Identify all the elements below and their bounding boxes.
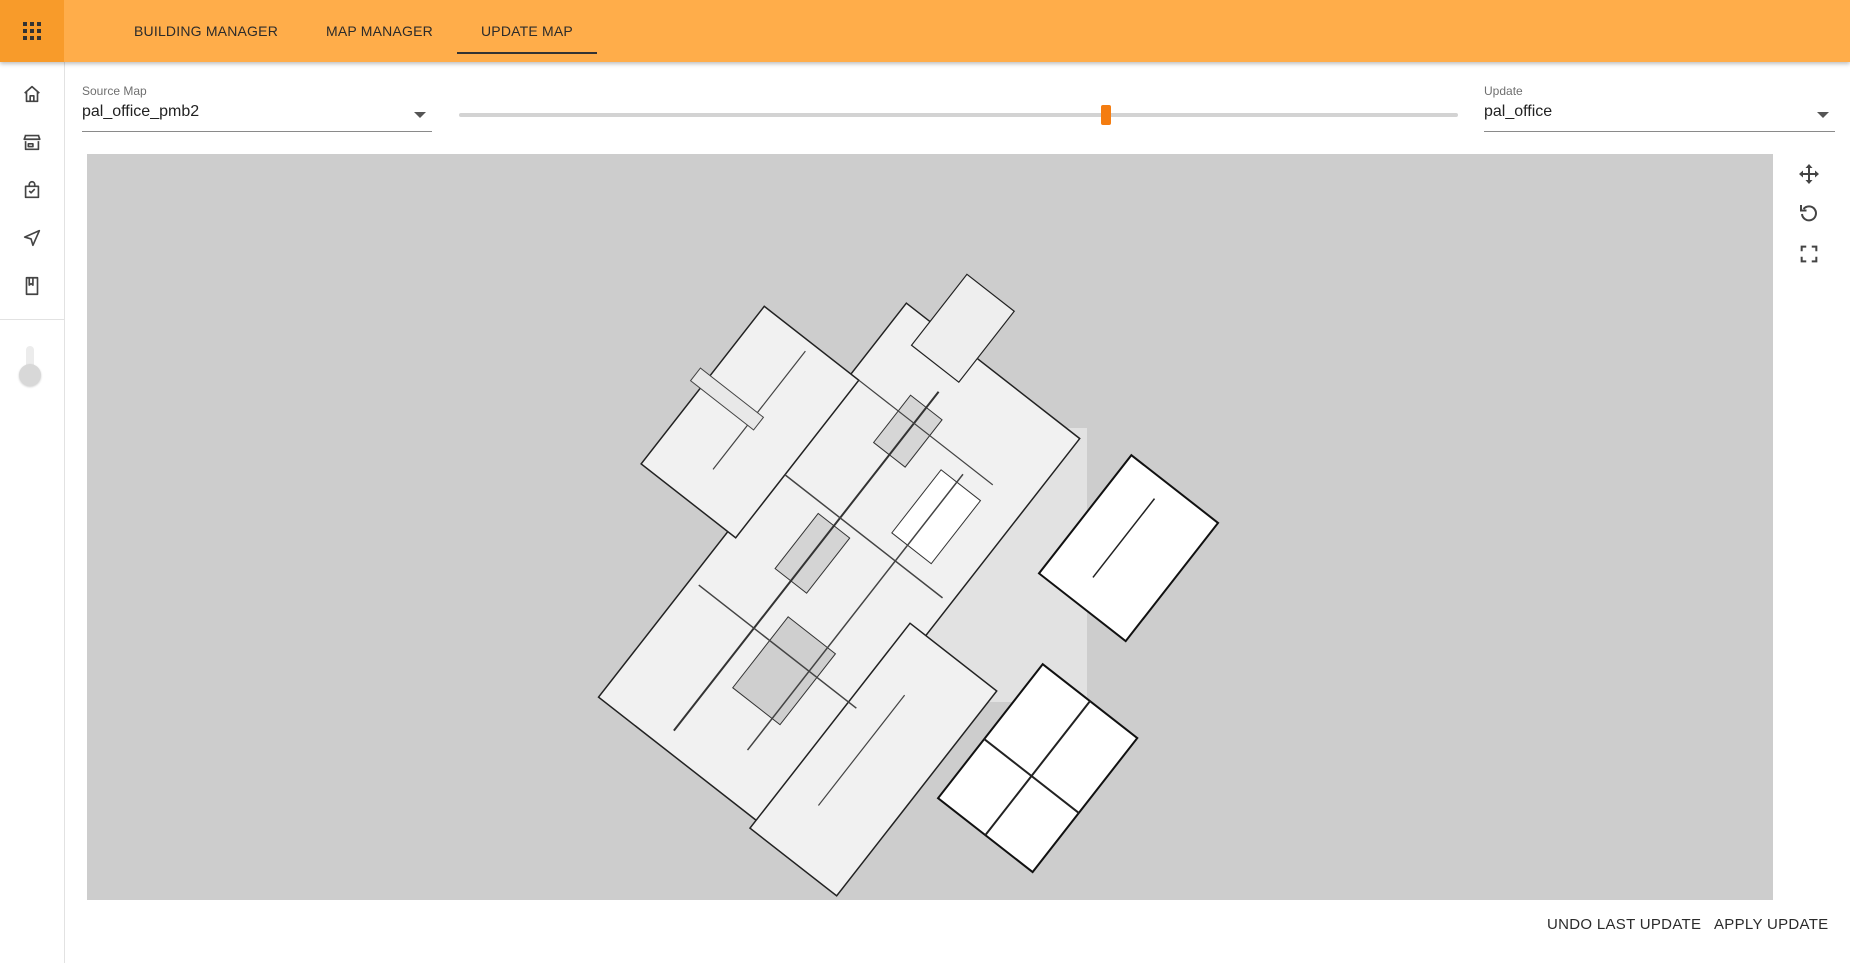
source-map-label: Source Map — [82, 84, 147, 98]
occupancy-map — [597, 273, 1220, 897]
chevron-down-icon — [414, 112, 426, 118]
sidebar-item-shopping[interactable] — [0, 166, 64, 214]
sidebar-item-navigation[interactable] — [0, 214, 64, 262]
slider-rail — [459, 113, 1458, 117]
sidebar-item-store[interactable] — [0, 118, 64, 166]
update-value: pal_office — [1484, 103, 1553, 120]
sidebar-item-book[interactable] — [0, 262, 64, 310]
source-map-value: pal_office_pmb2 — [82, 103, 200, 120]
sidebar-toggle-switch[interactable] — [19, 344, 41, 386]
sidebar-divider — [0, 319, 64, 320]
tab-map-manager[interactable]: MAP MANAGER — [302, 0, 457, 62]
store-icon — [23, 134, 41, 151]
rotate-tool-button[interactable] — [1795, 199, 1823, 227]
apps-grid-button[interactable] — [0, 0, 64, 62]
update-map-select[interactable]: Update pal_office — [1484, 84, 1835, 132]
tab-update-map[interactable]: UPDATE MAP — [456, 0, 597, 62]
shopping-bag-icon — [24, 180, 40, 199]
fullscreen-tool-button[interactable] — [1795, 240, 1823, 268]
rotate-icon — [1800, 205, 1817, 222]
sidebar-item-home[interactable] — [0, 70, 64, 118]
top-app-bar: BUILDING MANAGER MAP MANAGER UPDATE MAP — [0, 0, 1850, 62]
move-tool-button[interactable] — [1795, 160, 1823, 188]
apply-update-button[interactable]: APPLY UPDATE — [1714, 912, 1828, 936]
sidebar — [0, 62, 65, 963]
slider-thumb[interactable] — [1101, 105, 1112, 125]
tab-label: UPDATE MAP — [480, 23, 573, 39]
tab-building-manager[interactable]: BUILDING MANAGER — [110, 0, 302, 62]
map-canvas[interactable] — [87, 154, 1773, 900]
book-icon — [25, 276, 39, 296]
update-label: Update — [1484, 84, 1523, 98]
blend-slider[interactable] — [459, 104, 1458, 126]
move-icon — [1799, 164, 1819, 184]
navigation-icon — [23, 229, 41, 247]
apps-grid-icon — [23, 22, 41, 40]
tab-label: BUILDING MANAGER — [134, 23, 278, 39]
toggle-knob — [19, 364, 41, 386]
fullscreen-icon — [1800, 245, 1818, 263]
nav-tabs: BUILDING MANAGER MAP MANAGER UPDATE MAP — [110, 0, 597, 62]
chevron-down-icon — [1817, 112, 1829, 118]
undo-last-update-button[interactable]: UNDO LAST UPDATE — [1547, 912, 1701, 936]
source-map-select[interactable]: Source Map pal_office_pmb2 — [82, 84, 432, 132]
tab-label: MAP MANAGER — [326, 23, 433, 39]
home-icon — [24, 85, 40, 103]
